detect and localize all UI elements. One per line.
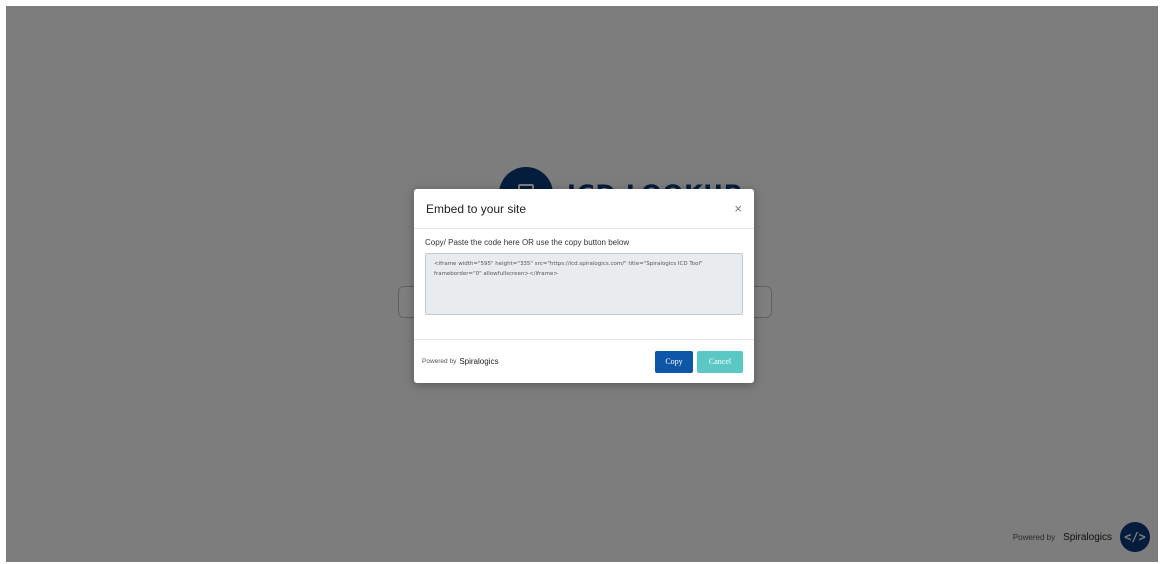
brand-name: Spiralogics <box>459 357 499 366</box>
close-icon[interactable]: × <box>734 202 742 215</box>
embed-code-textarea[interactable]: <iframe width="595" height="335" src="ht… <box>425 253 743 315</box>
powered-by: Powered by Spiralogics <box>422 357 498 366</box>
copy-button[interactable]: Copy <box>655 350 693 373</box>
modal-body: Copy/ Paste the code here OR use the cop… <box>414 229 754 315</box>
instruction-text: Copy/ Paste the code here OR use the cop… <box>425 238 630 247</box>
app-frame: ICD LOOKUP Powered by Spiralogics </> Em… <box>6 6 1158 562</box>
powered-by-text: Powered by <box>422 358 457 365</box>
modal-footer: Powered by Spiralogics Copy Cancel <box>414 339 754 383</box>
cancel-button[interactable]: Cancel <box>697 350 743 373</box>
embed-modal: Embed to your site × Copy/ Paste the cod… <box>414 189 754 383</box>
modal-title: Embed to your site <box>426 201 527 216</box>
modal-header: Embed to your site × <box>414 189 754 229</box>
modal-actions: Copy Cancel <box>655 350 743 373</box>
